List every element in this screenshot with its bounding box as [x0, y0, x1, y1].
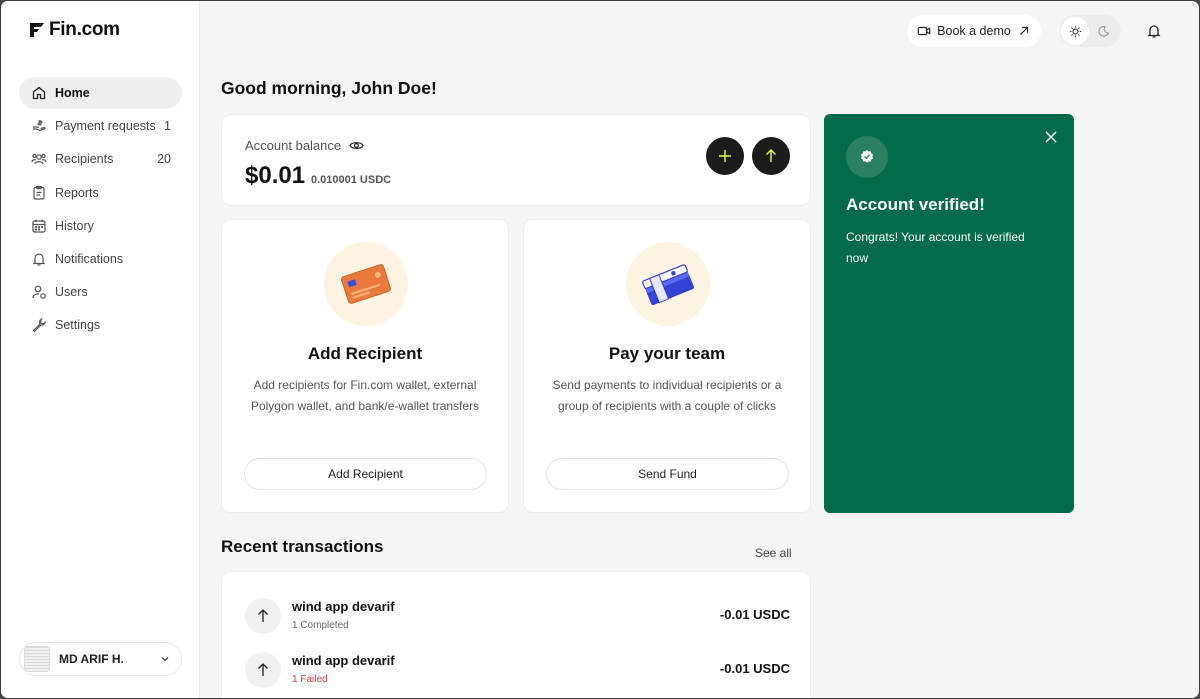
sidebar-item-label: Payment requests: [55, 119, 156, 134]
brand-logo[interactable]: Fin.com: [29, 19, 120, 41]
theme-toggle[interactable]: [1059, 15, 1121, 47]
verified-title: Account verified!: [846, 195, 985, 214]
sidebar: Fin.com Home Payment requests 1 Recipien…: [1, 1, 200, 698]
report-icon: [31, 185, 47, 201]
sidebar-item-count: 20: [157, 152, 171, 167]
sidebar-item-label: Home: [55, 86, 90, 100]
verified-check-icon: [861, 150, 873, 163]
dark-mode-button[interactable]: [1089, 17, 1117, 45]
user-icon: [31, 284, 47, 300]
fin-logo-icon: [30, 23, 44, 37]
plus-icon: [719, 150, 731, 162]
sidebar-nav: Home Payment requests 1 Recipients 20 Re…: [19, 77, 182, 343]
recent-transactions-title: Recent transactions: [221, 537, 384, 556]
wrench-icon: [31, 317, 47, 333]
close-icon[interactable]: [1042, 128, 1060, 146]
balance-label: Account balance: [245, 138, 342, 153]
verified-badge: [846, 136, 888, 178]
card-description: Send payments to individual recipients o…: [552, 378, 782, 413]
credit-card-icon: [341, 264, 391, 304]
user-menu[interactable]: MD ARIF H.: [19, 642, 182, 676]
pay-team-card: Pay your team Send payments to individua…: [523, 219, 811, 513]
add-recipient-card: Add Recipient Add recipients for Fin.com…: [221, 219, 509, 513]
arrow-up-icon: [766, 149, 776, 162]
transaction-name: wind app devarif: [292, 653, 395, 668]
see-all-link[interactable]: See all: [755, 546, 792, 560]
credit-card-illustration: [324, 242, 408, 326]
account-verified-banner: Account verified! Congrats! Your account…: [824, 114, 1074, 513]
calendar-icon: [31, 218, 47, 234]
card-title: Pay your team: [608, 344, 726, 363]
sidebar-item-label: History: [55, 218, 94, 233]
card-title: Add Recipient: [307, 344, 423, 363]
card-description: Add recipients for Fin.com wallet, exter…: [250, 378, 480, 413]
balance-label-row: Account balance: [245, 138, 364, 153]
sidebar-item-recipients[interactable]: Recipients 20: [19, 143, 182, 175]
sidebar-item-label: Reports: [55, 185, 99, 200]
transaction-name: wind app devarif: [292, 599, 395, 614]
eye-icon[interactable]: [349, 138, 364, 153]
moon-icon: [1097, 25, 1109, 37]
sidebar-item-reports[interactable]: Reports: [19, 177, 182, 209]
transaction-status: 1 Failed: [292, 674, 328, 685]
transaction-amount: -0.01 USDC: [719, 607, 790, 622]
sidebar-item-home[interactable]: Home: [19, 77, 182, 109]
book-demo-label: Book a demo: [937, 24, 1011, 38]
add-recipient-button[interactable]: Add Recipient: [244, 458, 487, 490]
sidebar-item-label: Settings: [55, 318, 101, 333]
sidebar-item-label: Users: [55, 285, 88, 300]
user-name: MD ARIF H.: [59, 652, 124, 666]
brand-name: Fin.com: [49, 19, 120, 40]
light-mode-button[interactable]: [1061, 17, 1089, 45]
sidebar-item-users[interactable]: Users: [19, 276, 182, 308]
send-fund-button[interactable]: Send Fund: [546, 458, 789, 490]
money-stack-icon: [642, 264, 694, 305]
transaction-row[interactable]: wind app devarif 1 Completed -0.01 USDC: [245, 596, 790, 636]
app-window: Fin.com Home Payment requests 1 Recipien…: [0, 0, 1200, 699]
transactions-list: wind app devarif 1 Completed -0.01 USDC …: [221, 571, 811, 698]
transaction-row[interactable]: wind app devarif 1 Failed -0.01 USDC: [245, 650, 790, 690]
bell-icon: [1147, 25, 1161, 38]
page-title: Good morning, John Doe!: [221, 78, 437, 98]
sidebar-item-label: Notifications: [55, 251, 124, 266]
verified-text: Congrats! Your account is verified now: [846, 230, 1025, 265]
transaction-status: 1 Completed: [292, 620, 349, 631]
money-stack-illustration: [626, 242, 710, 326]
video-camera-icon: [917, 26, 931, 36]
sidebar-item-settings[interactable]: Settings: [19, 309, 182, 341]
sidebar-item-notifications[interactable]: Notifications: [19, 243, 182, 275]
sidebar-item-payment-requests[interactable]: Payment requests 1: [19, 110, 182, 142]
arrow-up-right-icon: [1019, 26, 1028, 35]
sidebar-item-history[interactable]: History: [19, 210, 182, 242]
arrow-up-icon: [245, 598, 281, 634]
bell-icon: [31, 251, 47, 267]
book-demo-button[interactable]: Book a demo: [907, 15, 1041, 47]
balance-card: Account balance $0.01 0.010001 USDC: [221, 114, 811, 206]
payment-request-icon: [31, 118, 47, 134]
avatar: [24, 646, 50, 672]
send-funds-button[interactable]: [752, 137, 790, 175]
transaction-amount: -0.01 USDC: [719, 661, 790, 676]
users-group-icon: [31, 151, 47, 167]
sidebar-item-label: Recipients: [55, 152, 114, 167]
notifications-button[interactable]: [1138, 15, 1170, 47]
balance-sub-amount: 0.010001 USDC: [311, 174, 392, 186]
sidebar-item-count: 1: [164, 119, 171, 134]
home-icon: [31, 85, 47, 101]
sun-icon: [1069, 25, 1081, 37]
balance-amount: $0.01: [245, 162, 306, 189]
chevron-down-icon: [161, 657, 169, 662]
add-funds-button[interactable]: [706, 137, 744, 175]
arrow-up-icon: [245, 652, 281, 688]
